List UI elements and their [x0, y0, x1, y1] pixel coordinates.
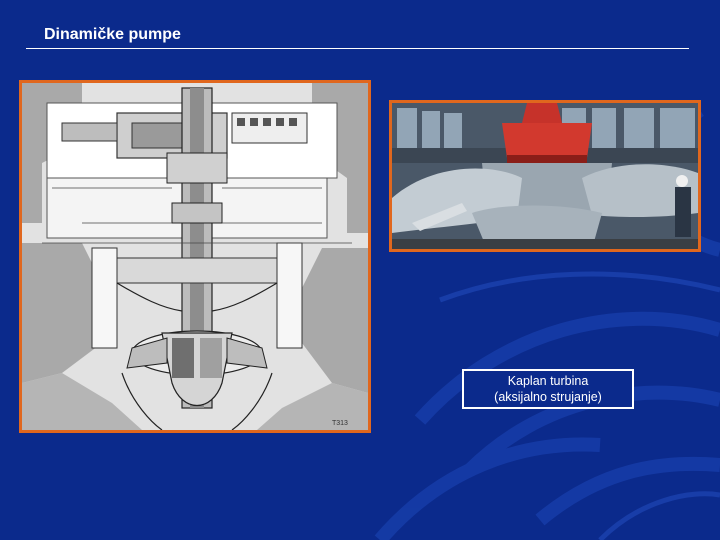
- caption-text-box: Kaplan turbina (aksijalno strujanje): [464, 371, 632, 407]
- kaplan-turbine-section-drawing: T313: [19, 80, 371, 433]
- drawing-code-label: T313: [332, 420, 348, 427]
- slide-title: Dinamičke pumpe: [44, 26, 181, 43]
- image-caption: Kaplan turbina (aksijalno strujanje): [462, 369, 634, 409]
- kaplan-runner-photo: [389, 100, 701, 252]
- caption-line-2: (aksijalno strujanje): [494, 390, 602, 404]
- caption-line-1: Kaplan turbina: [507, 374, 589, 388]
- title-underline: [26, 48, 689, 49]
